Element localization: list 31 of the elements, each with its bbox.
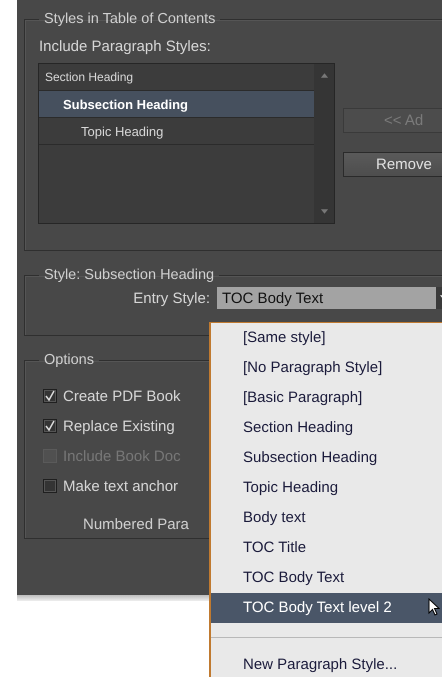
cursor-icon bbox=[428, 598, 440, 616]
checkbox[interactable] bbox=[43, 419, 57, 433]
group-title: Styles in Table of Contents bbox=[43, 10, 216, 28]
entry-style-label: Entry Style: bbox=[132, 290, 211, 306]
scroll-up-icon[interactable] bbox=[320, 72, 328, 78]
menu-item[interactable]: [No Paragraph Style] bbox=[211, 353, 442, 383]
menu-item[interactable]: Subsection Heading bbox=[211, 443, 442, 473]
remove-button[interactable]: Remove bbox=[343, 152, 442, 177]
checkbox-label: Replace Existing bbox=[63, 418, 175, 434]
list-item[interactable]: Topic Heading bbox=[39, 118, 314, 145]
menu-item[interactable]: TOC Body Text bbox=[211, 563, 442, 593]
list-item[interactable]: Subsection Heading bbox=[39, 91, 314, 118]
group-title: Style: Subsection Heading bbox=[43, 266, 216, 284]
scroll-down-icon[interactable] bbox=[320, 209, 328, 215]
menu-item[interactable]: Body text bbox=[211, 503, 442, 533]
menu-item[interactable]: Section Heading bbox=[211, 413, 442, 443]
checkbox[interactable] bbox=[43, 389, 57, 403]
menu-item[interactable]: Topic Heading bbox=[211, 473, 442, 503]
checkbox-label: Create PDF Book bbox=[63, 388, 181, 404]
checkbox-label: Make text anchor bbox=[63, 478, 178, 494]
menu-item[interactable]: [Same style] bbox=[211, 323, 442, 353]
menu-item[interactable]: [Basic Paragraph] bbox=[211, 383, 442, 413]
list-label: Include Paragraph Styles: bbox=[39, 38, 212, 56]
checkbox[interactable] bbox=[43, 479, 57, 493]
group-title: Options bbox=[43, 351, 95, 369]
scrollbar[interactable] bbox=[314, 64, 334, 223]
entry-style-dropdown[interactable]: TOC Body Text bbox=[217, 287, 436, 309]
menu-item[interactable]: New Paragraph Style... bbox=[211, 650, 442, 677]
menu-item[interactable]: TOC Title bbox=[211, 533, 442, 563]
numbered-label: Numbered Para bbox=[83, 516, 189, 533]
menu-item[interactable]: TOC Body Text level 2 bbox=[211, 593, 442, 623]
